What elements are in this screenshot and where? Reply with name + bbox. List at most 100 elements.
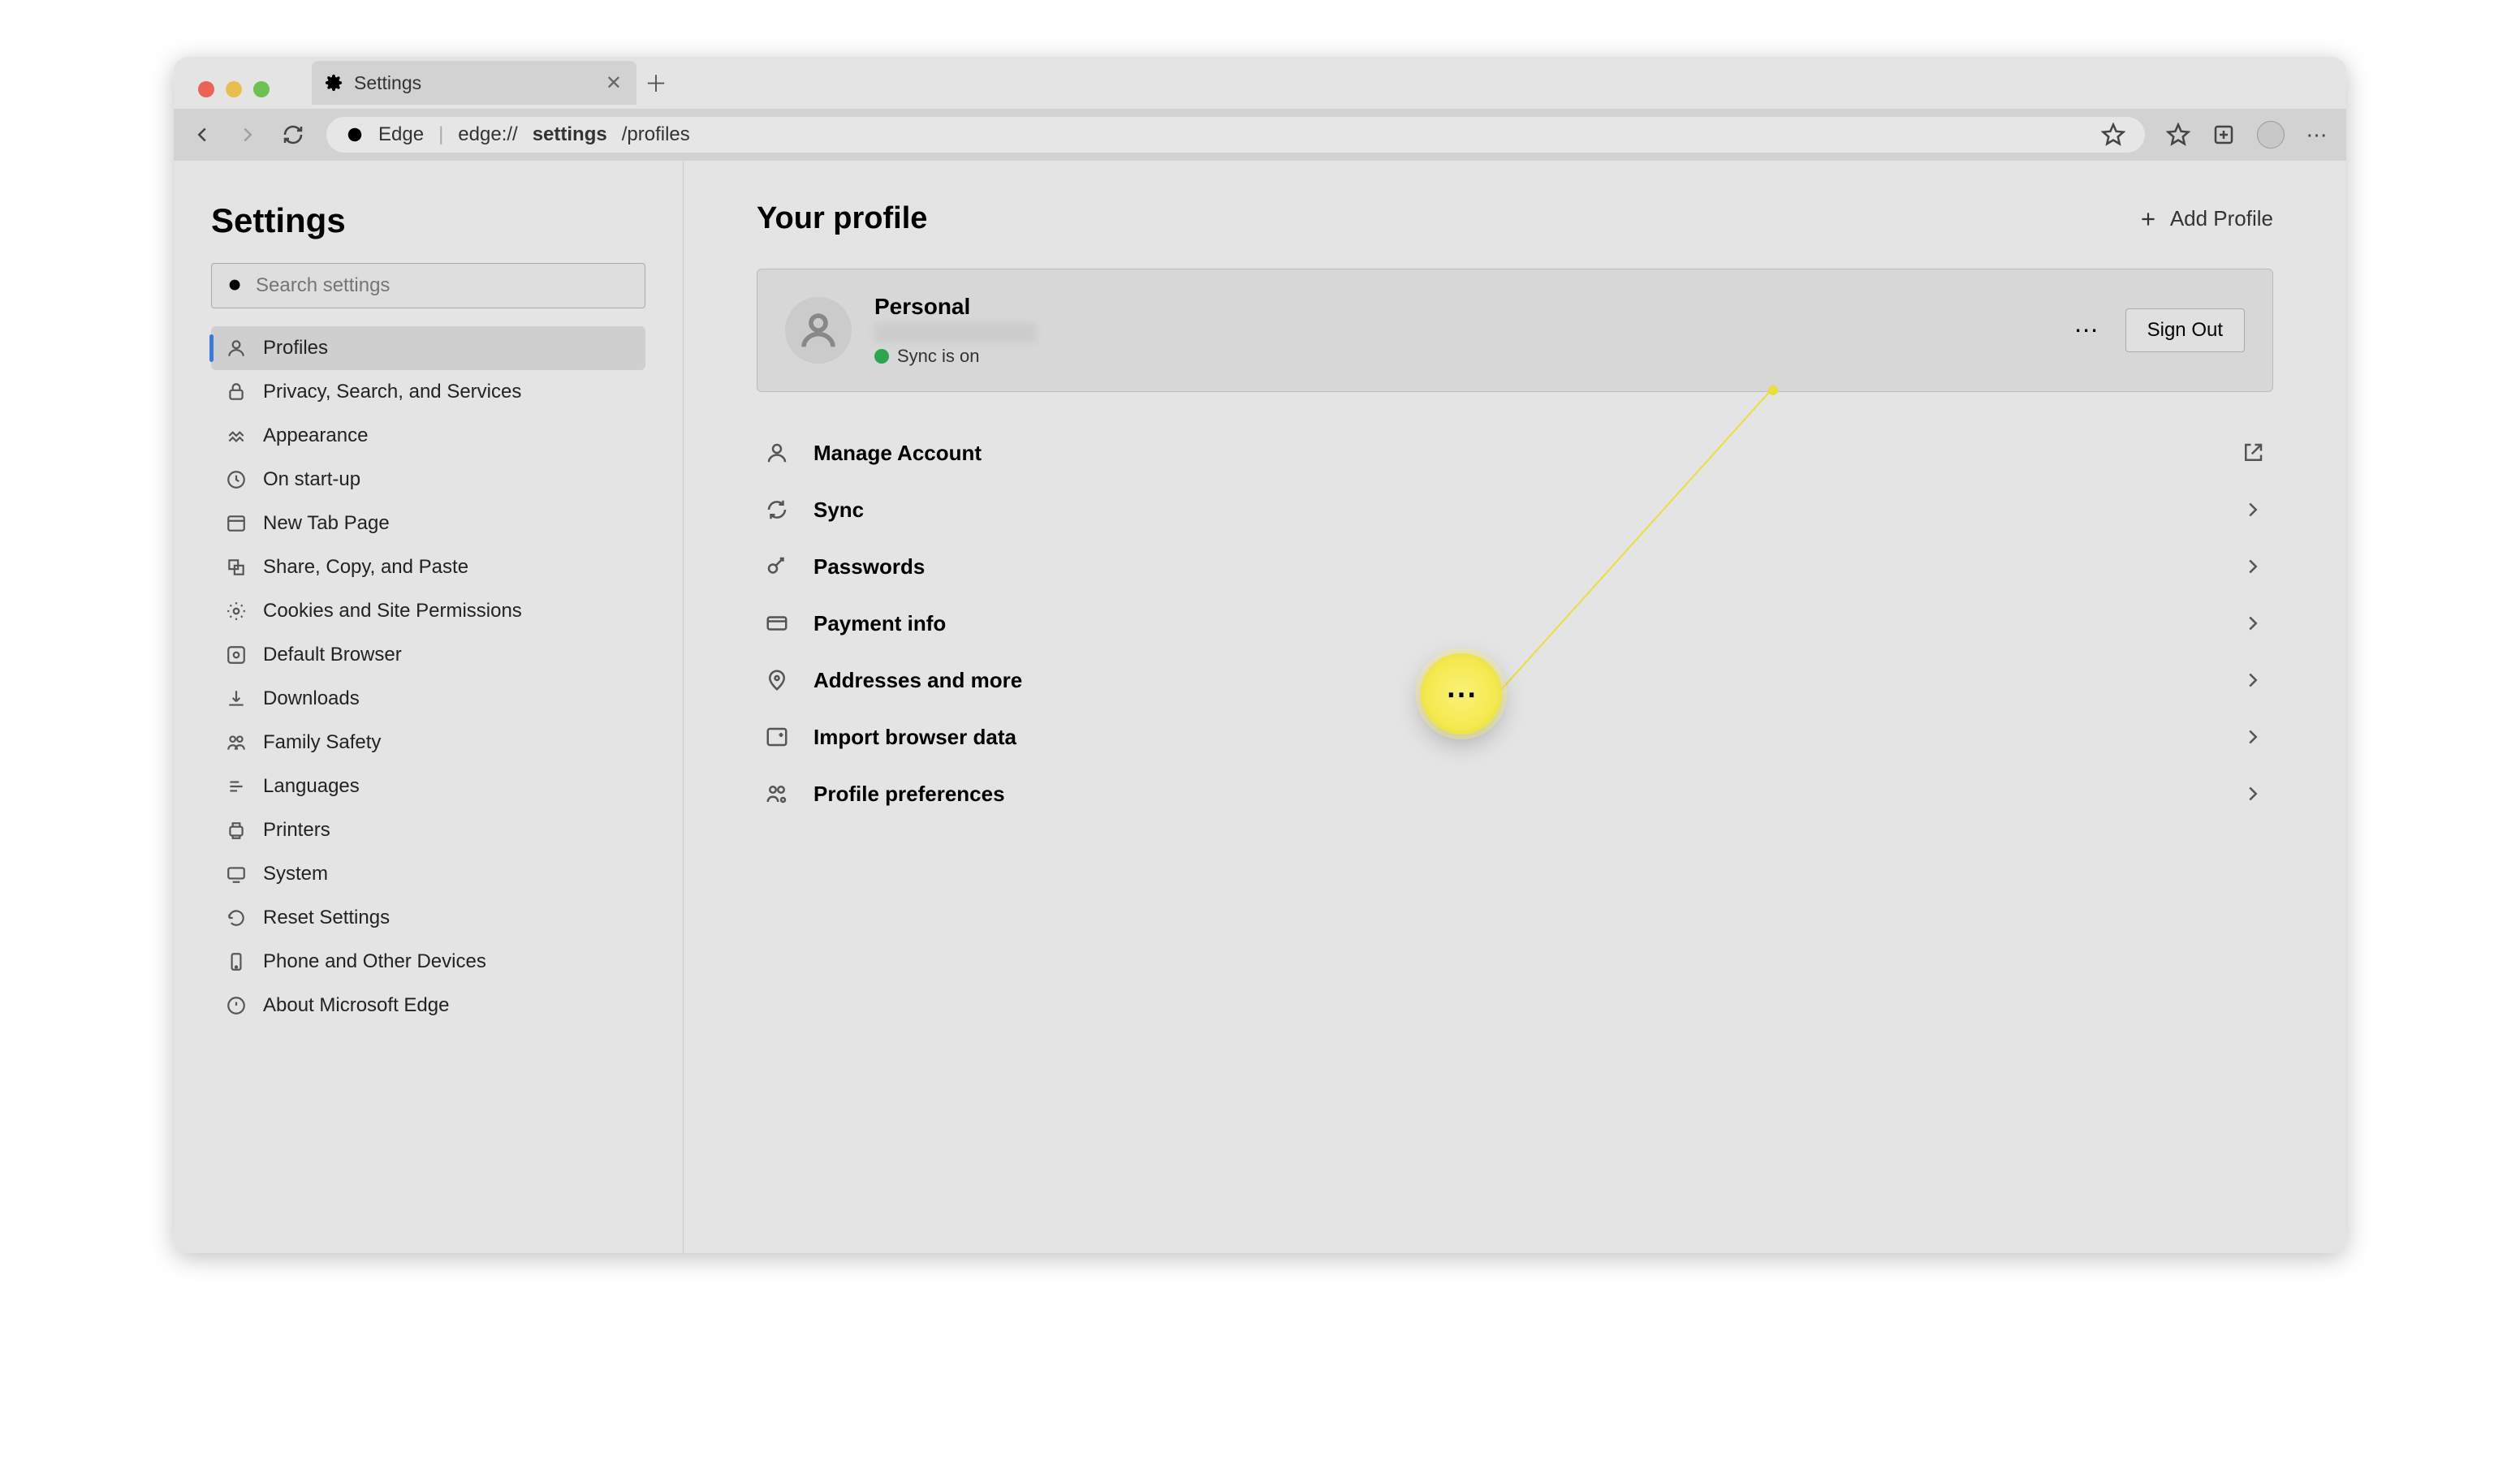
sign-out-button[interactable]: Sign Out: [2125, 308, 2245, 352]
settings-heading: Settings: [211, 201, 645, 240]
person-icon: [796, 308, 840, 352]
sidebar-item-label: System: [263, 863, 328, 885]
tab-settings[interactable]: Settings ✕: [312, 61, 636, 105]
sidebar-item-about-microsoft-edge[interactable]: About Microsoft Edge: [211, 984, 645, 1027]
sidebar-item-family-safety[interactable]: Family Safety: [211, 721, 645, 765]
search-settings[interactable]: [211, 263, 645, 308]
sidebar-item-new-tab-page[interactable]: New Tab Page: [211, 502, 645, 545]
search-icon: [227, 277, 244, 295]
browser-window: Settings ✕ ＋ Edge | edge:// settings/prof…: [174, 57, 2346, 1253]
favorites-button[interactable]: [2166, 123, 2190, 147]
window-controls: [198, 81, 270, 97]
sidebar-item-icon: [226, 688, 247, 709]
sidebar-item-label: Profiles: [263, 337, 328, 360]
sidebar-item-icon: [226, 469, 247, 490]
sidebar-item-label: Cookies and Site Permissions: [263, 600, 522, 622]
sidebar-item-reset-settings[interactable]: Reset Settings: [211, 896, 645, 940]
sidebar-item-profiles[interactable]: Profiles: [211, 326, 645, 370]
settings-content: Settings Profiles Privacy, Search, and S…: [174, 161, 2346, 1253]
collections-button[interactable]: [2211, 123, 2236, 147]
sidebar-item-icon: [226, 864, 247, 885]
sidebar-item-icon: [226, 776, 247, 797]
row-label: Import browser data: [813, 725, 1016, 750]
sidebar-item-icon: [226, 951, 247, 972]
sidebar-item-label: Downloads: [263, 687, 360, 710]
profile-row-import-browser-data[interactable]: Import browser data: [757, 709, 2273, 765]
settings-main: Your profile Add Profile Personal Sync i…: [684, 161, 2346, 1253]
sidebar-item-label: Languages: [263, 775, 360, 798]
callout-anchor-dot: [1768, 386, 1778, 395]
sidebar-item-label: Printers: [263, 819, 330, 842]
profile-row-payment-info[interactable]: Payment info: [757, 595, 2273, 652]
address-url-prefix: edge://: [458, 123, 517, 146]
row-label: Passwords: [813, 554, 925, 579]
sidebar-item-label: On start-up: [263, 468, 360, 491]
profile-avatar: [785, 297, 852, 364]
address-bar[interactable]: Edge | edge:// settings/profiles: [326, 117, 2145, 153]
sidebar-item-printers[interactable]: Printers: [211, 808, 645, 852]
edge-icon: [346, 126, 364, 144]
tab-close-button[interactable]: ✕: [606, 71, 622, 95]
sidebar-item-on-start-up[interactable]: On start-up: [211, 458, 645, 502]
address-url-suffix: /profiles: [622, 123, 690, 146]
search-input[interactable]: [256, 274, 630, 297]
row-label: Profile preferences: [813, 782, 1005, 807]
sync-status-dot-icon: [874, 349, 889, 364]
forward-button[interactable]: [235, 123, 260, 147]
row-label: Payment info: [813, 611, 946, 636]
refresh-button[interactable]: [281, 123, 305, 147]
sidebar-item-icon: [226, 381, 247, 403]
sidebar-item-label: New Tab Page: [263, 512, 390, 535]
settings-sidebar: Settings Profiles Privacy, Search, and S…: [174, 161, 684, 1253]
sidebar-item-downloads[interactable]: Downloads: [211, 677, 645, 721]
sidebar-item-languages[interactable]: Languages: [211, 765, 645, 808]
page-title: Your profile: [757, 201, 927, 236]
sidebar-item-icon: [226, 338, 247, 359]
sidebar-item-appearance[interactable]: Appearance: [211, 414, 645, 458]
sidebar-item-system[interactable]: System: [211, 852, 645, 896]
sidebar-item-label: Family Safety: [263, 731, 381, 754]
profile-row-sync[interactable]: Sync: [757, 481, 2273, 538]
sidebar-item-icon: [226, 425, 247, 446]
row-icon: [765, 498, 789, 522]
sidebar-item-label: Default Browser: [263, 644, 402, 666]
profile-avatar-button[interactable]: [2257, 121, 2285, 149]
back-button[interactable]: [190, 123, 214, 147]
new-tab-button[interactable]: ＋: [645, 67, 667, 99]
profile-more-button[interactable]: ⋯: [2074, 317, 2101, 345]
window-minimize-button[interactable]: [226, 81, 242, 97]
sidebar-item-label: Reset Settings: [263, 907, 390, 929]
sidebar-item-icon: [226, 601, 247, 622]
sidebar-item-label: Share, Copy, and Paste: [263, 556, 468, 579]
chevron-right-icon: [2241, 611, 2265, 635]
profile-row-addresses-and-more[interactable]: Addresses and more: [757, 652, 2273, 709]
row-icon: [765, 554, 789, 579]
profile-row-passwords[interactable]: Passwords: [757, 538, 2273, 595]
sidebar-item-phone-and-other-devices[interactable]: Phone and Other Devices: [211, 940, 645, 984]
profile-card: Personal Sync is on ⋯ Sign Out: [757, 269, 2273, 392]
address-product: Edge: [378, 123, 424, 146]
add-profile-label: Add Profile: [2170, 206, 2273, 231]
sidebar-item-label: Privacy, Search, and Services: [263, 381, 521, 403]
profile-row-profile-preferences[interactable]: Profile preferences: [757, 765, 2273, 822]
sidebar-item-icon: [226, 513, 247, 534]
window-maximize-button[interactable]: [253, 81, 270, 97]
sidebar-item-share-copy-and-paste[interactable]: Share, Copy, and Paste: [211, 545, 645, 589]
address-url-bold: settings: [533, 123, 607, 146]
chevron-right-icon: [2241, 554, 2265, 579]
chevron-right-icon: [2241, 668, 2265, 692]
sidebar-item-privacy-search-and-services[interactable]: Privacy, Search, and Services: [211, 370, 645, 414]
window-close-button[interactable]: [198, 81, 214, 97]
profile-email-blurred: [874, 323, 1037, 342]
address-separator: |: [438, 123, 443, 146]
add-profile-button[interactable]: Add Profile: [2138, 206, 2273, 231]
menu-button[interactable]: ⋯: [2306, 123, 2330, 147]
row-label: Manage Account: [813, 441, 982, 466]
browser-toolbar: Edge | edge:// settings/profiles ⋯: [174, 109, 2346, 161]
profile-row-manage-account[interactable]: Manage Account: [757, 424, 2273, 481]
sidebar-item-default-browser[interactable]: Default Browser: [211, 633, 645, 677]
favorite-button[interactable]: [2101, 123, 2125, 147]
chevron-right-icon: [2241, 498, 2265, 522]
profile-name: Personal: [874, 294, 1037, 320]
sidebar-item-cookies-and-site-permissions[interactable]: Cookies and Site Permissions: [211, 589, 645, 633]
